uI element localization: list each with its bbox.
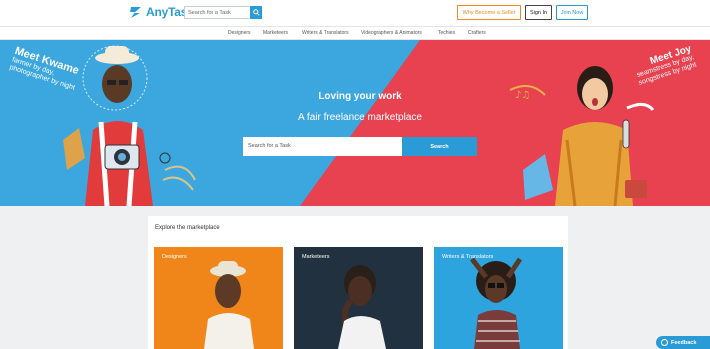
become-seller-button[interactable]: Why Become a Seller bbox=[457, 5, 521, 20]
card-marketeers-label: Marketeers bbox=[302, 254, 330, 260]
nav-designers[interactable]: Designers bbox=[228, 30, 251, 36]
join-now-button[interactable]: Join Now bbox=[556, 5, 588, 20]
nav-techies[interactable]: Techies bbox=[438, 30, 455, 36]
writers-photo bbox=[470, 257, 523, 349]
logo-icon bbox=[130, 7, 141, 18]
card-writers[interactable]: Writers & Translators bbox=[434, 247, 563, 349]
header-search-button[interactable] bbox=[250, 6, 262, 19]
search-icon bbox=[252, 9, 260, 16]
svg-text:♪♫: ♪♫ bbox=[515, 90, 530, 101]
hero-banner: Meet Kwame farmer by day, photographer b… bbox=[0, 40, 710, 206]
card-marketeers[interactable]: Marketeers bbox=[294, 247, 423, 349]
feedback-button[interactable]: Feedback bbox=[656, 336, 710, 349]
marketeers-photo bbox=[338, 265, 386, 349]
nav-marketeers[interactable]: Marketeers bbox=[263, 30, 288, 36]
sign-in-button[interactable]: Sign In bbox=[525, 5, 552, 20]
hero-subtitle: A fair freelance marketplace bbox=[298, 112, 422, 123]
feedback-label: Feedback bbox=[671, 339, 697, 346]
nav-videographers-animators[interactable]: Videographers & Animators bbox=[361, 30, 422, 36]
header-search-input[interactable]: Search for a Task bbox=[184, 6, 249, 19]
card-designers[interactable]: Designers bbox=[154, 247, 283, 349]
nav-writers-translators[interactable]: Writers & Translators bbox=[302, 30, 349, 36]
card-designers-label: Designers bbox=[162, 254, 187, 260]
category-nav: Designers Marketeers Writers & Translato… bbox=[0, 26, 710, 40]
hero-title: Loving your work bbox=[318, 91, 402, 102]
designers-photo bbox=[204, 261, 254, 349]
hero-search-button[interactable]: Search bbox=[402, 137, 477, 156]
card-writers-label: Writers & Translators bbox=[442, 254, 494, 260]
nav-crafters[interactable]: Crafters bbox=[468, 30, 486, 36]
hero-search-input[interactable]: Search for a Task bbox=[243, 137, 403, 156]
top-header: AnyTask Search for a Task Why Become a S… bbox=[0, 0, 710, 26]
chat-bubble-icon bbox=[661, 339, 668, 346]
explore-title: Explore the marketplace bbox=[155, 225, 220, 231]
explore-section: Explore the marketplace Designers Market… bbox=[148, 216, 568, 349]
joy-photo: ♪♫ bbox=[509, 66, 655, 206]
